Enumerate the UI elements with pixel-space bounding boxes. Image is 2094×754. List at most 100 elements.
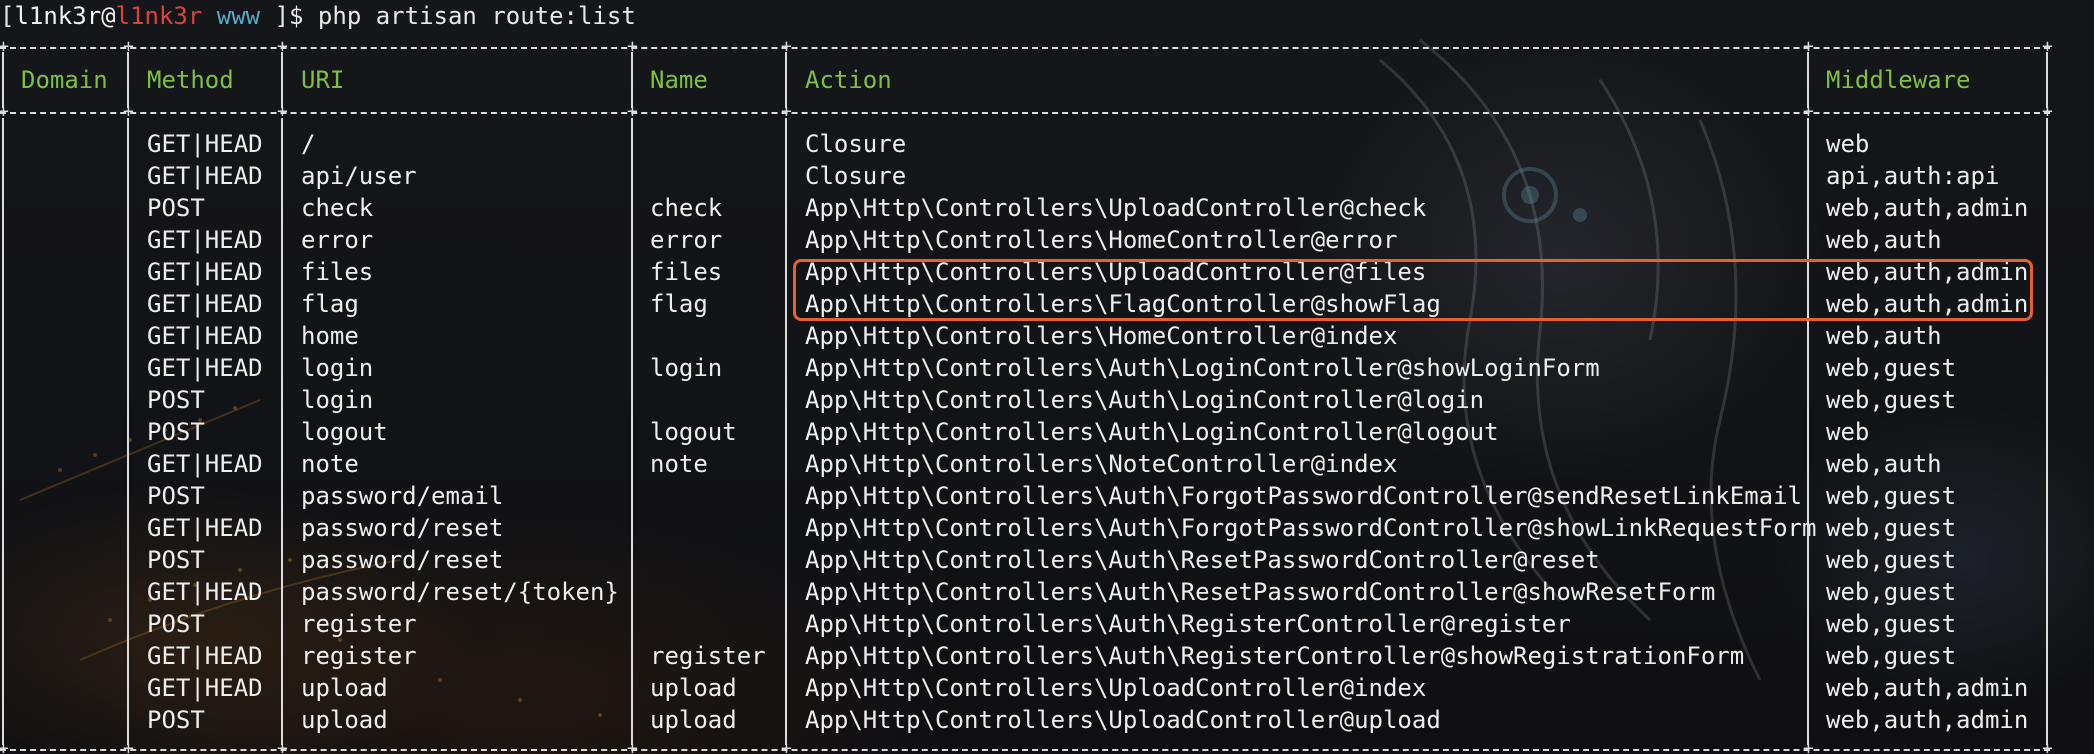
cell-method: POST <box>147 194 205 222</box>
cell-middleware: web,guest <box>1826 642 1957 670</box>
cell-name: flag <box>650 290 708 318</box>
table-corner: + <box>781 101 792 122</box>
cell-method: GET|HEAD <box>147 642 263 670</box>
cell-uri: password/reset <box>301 546 504 574</box>
cell-action: App\Http\Controllers\UploadController@in… <box>805 674 1427 702</box>
cell-action: App\Http\Controllers\UploadController@ch… <box>805 194 1427 222</box>
table-corner: + <box>627 738 638 754</box>
prompt-line: [l1nk3r@l1nk3r www ]$ php artisan route:… <box>0 0 636 32</box>
column-separator <box>631 52 633 108</box>
cell-action: App\Http\Controllers\Auth\LoginControlle… <box>805 386 1485 414</box>
cell-method: POST <box>147 706 205 734</box>
column-separator <box>281 118 283 745</box>
table-corner: + <box>123 738 134 754</box>
table-corner: + <box>0 738 9 754</box>
cell-action: Closure <box>805 130 907 158</box>
table-corner: + <box>277 738 288 754</box>
table-corner: + <box>781 36 792 57</box>
cell-name: upload <box>650 706 737 734</box>
column-separator <box>631 118 633 745</box>
cell-action: App\Http\Controllers\Auth\ForgotPassword… <box>805 514 1817 542</box>
column-separator <box>127 52 129 108</box>
cell-middleware: web,guest <box>1826 514 1957 542</box>
table-bottom-rule <box>0 749 2050 751</box>
table-corner: + <box>277 36 288 57</box>
cell-middleware: web,auth,admin <box>1826 194 2029 222</box>
cell-action: App\Http\Controllers\UploadController@up… <box>805 706 1441 734</box>
cell-middleware: web,guest <box>1826 546 1957 574</box>
cell-method: POST <box>147 546 205 574</box>
cell-method: POST <box>147 482 205 510</box>
cell-method: GET|HEAD <box>147 354 263 382</box>
column-separator <box>2046 52 2048 108</box>
cell-method: POST <box>147 386 205 414</box>
prompt-user: l1nk3r <box>14 2 102 30</box>
table-corner: + <box>1803 36 1814 57</box>
header-method: Method <box>147 66 234 94</box>
prompt-suffix: ]$ <box>260 2 318 30</box>
table-corner: + <box>627 36 638 57</box>
column-separator <box>785 118 787 745</box>
cell-middleware: web,guest <box>1826 354 1957 382</box>
cell-uri: logout <box>301 418 388 446</box>
cell-uri: register <box>301 610 417 638</box>
cell-middleware: web,guest <box>1826 386 1957 414</box>
cell-uri: check <box>301 194 374 222</box>
table-corner: + <box>277 101 288 122</box>
header-middleware: Middleware <box>1826 66 1971 94</box>
cell-name: upload <box>650 674 737 702</box>
cell-action: Closure <box>805 162 907 190</box>
cell-middleware: web,auth <box>1826 322 1942 350</box>
cell-method: GET|HEAD <box>147 258 263 286</box>
column-separator <box>281 52 283 108</box>
cell-action: App\Http\Controllers\Auth\ForgotPassword… <box>805 482 1802 510</box>
cell-action: App\Http\Controllers\HomeController@erro… <box>805 226 1398 254</box>
cell-action: App\Http\Controllers\Auth\RegisterContro… <box>805 610 1571 638</box>
prompt-at: @ <box>101 2 116 30</box>
header-uri: URI <box>301 66 345 94</box>
cell-uri: error <box>301 226 374 254</box>
cell-uri: flag <box>301 290 359 318</box>
cell-uri: home <box>301 322 359 350</box>
cell-method: GET|HEAD <box>147 322 263 350</box>
cell-middleware: web <box>1826 418 1870 446</box>
table-corner: + <box>2042 36 2053 57</box>
cell-uri: login <box>301 354 374 382</box>
prompt-open-bracket: [ <box>0 2 15 30</box>
cell-middleware: web,guest <box>1826 482 1957 510</box>
cell-uri: password/reset/{token} <box>301 578 619 606</box>
cell-method: GET|HEAD <box>147 162 263 190</box>
cell-action: App\Http\Controllers\Auth\ResetPasswordC… <box>805 546 1600 574</box>
prompt-dir: www <box>216 2 261 30</box>
table-corner: + <box>123 101 134 122</box>
cell-action: App\Http\Controllers\Auth\RegisterContro… <box>805 642 1745 670</box>
cell-name: note <box>650 450 708 478</box>
terminal-window[interactable]: [l1nk3r@l1nk3r www ]$ php artisan route:… <box>0 0 2094 754</box>
prompt-host: l1nk3r <box>115 2 203 30</box>
cell-middleware: web,auth,admin <box>1826 674 2029 702</box>
cell-method: GET|HEAD <box>147 450 263 478</box>
cell-middleware: web,auth,admin <box>1826 706 2029 734</box>
cell-name: login <box>650 354 723 382</box>
column-separator <box>785 52 787 108</box>
prompt-command: php artisan route:list <box>317 2 636 30</box>
cell-middleware: web,guest <box>1826 578 1957 606</box>
cell-uri: note <box>301 450 359 478</box>
cell-uri: files <box>301 258 374 286</box>
table-corner: + <box>0 36 9 57</box>
cell-method: GET|HEAD <box>147 290 263 318</box>
highlight-box <box>793 259 2033 321</box>
cell-method: POST <box>147 418 205 446</box>
column-separator <box>1807 52 1809 108</box>
cell-uri: upload <box>301 674 388 702</box>
cell-action: App\Http\Controllers\NoteController@inde… <box>805 450 1398 478</box>
header-domain: Domain <box>21 66 108 94</box>
cell-method: GET|HEAD <box>147 130 263 158</box>
column-separator <box>2 52 4 108</box>
cell-name: check <box>650 194 723 222</box>
column-separator <box>127 118 129 745</box>
cell-uri: login <box>301 386 374 414</box>
table-top-rule <box>0 47 2050 49</box>
cell-action: App\Http\Controllers\Auth\ResetPasswordC… <box>805 578 1716 606</box>
table-corner: + <box>2042 101 2053 122</box>
